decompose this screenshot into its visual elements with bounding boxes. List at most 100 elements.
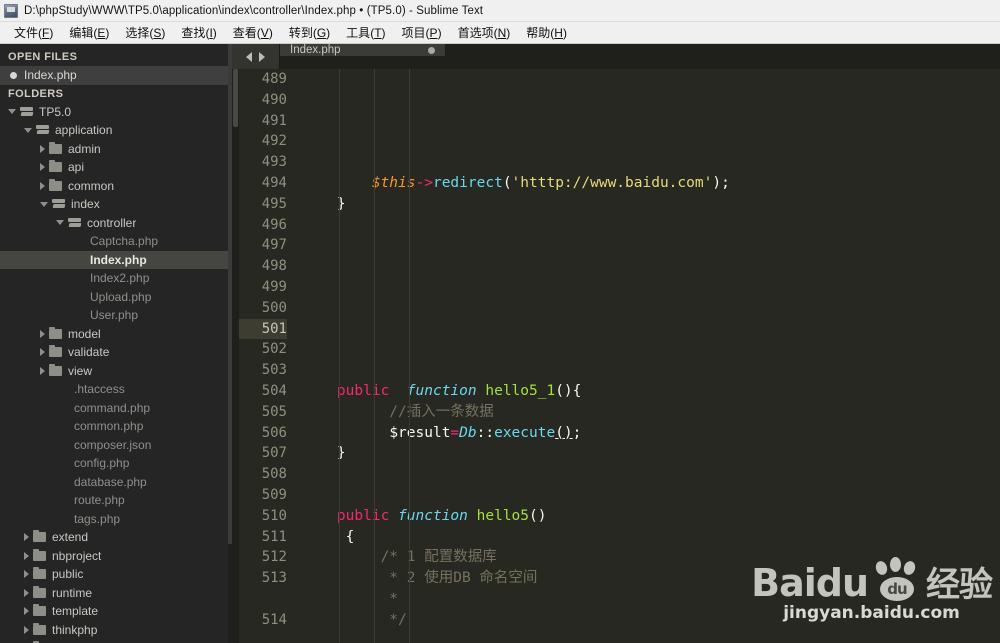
tree-folder-row[interactable]: TP5.0 (0, 103, 232, 122)
editor-scrollbar-thumb[interactable] (233, 69, 238, 127)
code-line[interactable] (302, 339, 1000, 360)
chevron-right-icon[interactable] (24, 551, 29, 560)
chevron-right-icon[interactable] (24, 570, 29, 579)
menu-item-9[interactable]: 首选项(N) (450, 22, 519, 44)
tree-file-row[interactable]: User.php (0, 306, 232, 325)
menu-item-mnemonic: (E) (93, 25, 110, 40)
tree-folder-row[interactable]: vendor (0, 639, 232, 643)
code-line[interactable]: { (302, 527, 1000, 548)
code-line[interactable] (302, 319, 1000, 340)
tree-file-row[interactable]: Index.php (0, 250, 232, 269)
tree-file-row[interactable]: .htaccess (0, 380, 232, 399)
chevron-down-icon[interactable] (40, 201, 48, 207)
line-number: 506 (261, 424, 287, 441)
tree-folder-row[interactable]: validate (0, 343, 232, 362)
chevron-right-icon[interactable] (40, 348, 45, 357)
tree-folder-row[interactable]: controller (0, 214, 232, 233)
menu-item-10[interactable]: 帮助(H) (518, 22, 575, 44)
tab-list[interactable]: Index.php (280, 44, 445, 69)
tree-folder-row[interactable]: model (0, 325, 232, 344)
tree-folder-row[interactable]: template (0, 602, 232, 621)
menu-item-1[interactable]: 文件(F) (6, 22, 61, 44)
chevron-right-icon[interactable] (40, 366, 45, 375)
chevron-down-icon[interactable] (24, 127, 32, 133)
code-line[interactable] (302, 215, 1000, 236)
tree-folder-row[interactable]: application (0, 121, 232, 140)
tree-file-label: config.php (74, 456, 130, 471)
tree-file-row[interactable]: Captcha.php (0, 232, 232, 251)
tree-folder-label: extend (52, 530, 89, 545)
arrow-right-icon[interactable] (259, 51, 265, 62)
tree-folder-row[interactable]: runtime (0, 584, 232, 603)
tree-file-row[interactable]: command.php (0, 399, 232, 418)
chevron-right-icon[interactable] (24, 625, 29, 634)
tree-folder-row[interactable]: extend (0, 528, 232, 547)
sublime-text-icon (4, 3, 18, 18)
tree-folder-row[interactable]: thinkphp (0, 621, 232, 640)
menu-item-2[interactable]: 编辑(E) (61, 22, 117, 44)
chevron-right-icon[interactable] (40, 144, 45, 153)
code-line[interactable] (302, 298, 1000, 319)
code-content[interactable]: $this->redirect('htttp://www.baidu.com')… (296, 69, 1000, 643)
code-line[interactable] (302, 235, 1000, 256)
menu-item-label: 查看 (232, 25, 257, 40)
tab-dirty-dot-icon[interactable] (428, 46, 435, 54)
chevron-down-icon[interactable] (56, 220, 64, 226)
folder-tree[interactable]: TP5.0 application admin api common index contr… (0, 103, 232, 643)
code-line[interactable]: public function hello5() (302, 506, 1000, 527)
open-file-item[interactable]: Index.php (0, 66, 232, 85)
chevron-right-icon[interactable] (24, 533, 29, 542)
window-title: D:\phpStudy\WWW\TP5.0\application\index\… (24, 4, 484, 17)
editor-tab[interactable]: Index.php (280, 44, 445, 56)
menu-item-7[interactable]: 工具(T) (338, 22, 393, 44)
chevron-down-icon[interactable] (8, 109, 16, 115)
tree-file-row[interactable]: route.php (0, 491, 232, 510)
chevron-right-icon[interactable] (24, 607, 29, 616)
tree-file-row[interactable]: Upload.php (0, 288, 232, 307)
code-line[interactable] (302, 256, 1000, 277)
editor-vertical-scrollbar[interactable] (232, 69, 239, 643)
code-line[interactable]: //插入一条数据 (302, 402, 1000, 423)
code-line[interactable]: /* 1 配置数据库 (302, 547, 1000, 568)
tree-file-row[interactable]: Index2.php (0, 269, 232, 288)
arrow-left-icon[interactable] (246, 51, 252, 62)
tree-folder-row[interactable]: view (0, 362, 232, 381)
tree-folder-row[interactable]: common (0, 177, 232, 196)
code-line[interactable]: */ (302, 610, 1000, 631)
code-line[interactable]: * 2 使用DB 命名空间 (302, 568, 1000, 589)
menu-item-8[interactable]: 项目(P) (394, 22, 450, 44)
chevron-right-icon[interactable] (40, 181, 45, 190)
code-line[interactable]: * (302, 589, 1000, 610)
tree-folder-row[interactable]: nbproject (0, 547, 232, 566)
code-line[interactable]: $this->redirect('htttp://www.baidu.com')… (302, 173, 1000, 194)
tree-folder-row[interactable]: public (0, 565, 232, 584)
tree-folder-row[interactable]: index (0, 195, 232, 214)
code-line[interactable]: } (302, 194, 1000, 215)
menu-item-6[interactable]: 转到(G) (281, 22, 338, 44)
code-line[interactable] (302, 277, 1000, 298)
menu-item-5[interactable]: 查看(V) (225, 22, 281, 44)
tab-nav-buttons[interactable] (232, 44, 280, 69)
code-line[interactable]: $result=Db::execute(); (302, 423, 1000, 444)
open-file-label: Index.php (24, 68, 77, 83)
menu-item-4[interactable]: 查找(I) (173, 22, 224, 44)
tree-file-row[interactable]: composer.json (0, 436, 232, 455)
code-line[interactable]: } (302, 443, 1000, 464)
tree-file-row[interactable]: common.php (0, 417, 232, 436)
code-line[interactable]: public function hello5_1(){ (302, 381, 1000, 402)
menu-item-3[interactable]: 选择(S) (117, 22, 173, 44)
code-line[interactable] (302, 360, 1000, 381)
chevron-right-icon[interactable] (40, 163, 45, 172)
tree-file-row[interactable]: config.php (0, 454, 232, 473)
tree-folder-row[interactable]: api (0, 158, 232, 177)
tree-file-row[interactable]: tags.php (0, 510, 232, 529)
code-line[interactable] (302, 485, 1000, 506)
tree-folder-row[interactable]: admin (0, 140, 232, 159)
chevron-right-icon[interactable] (40, 329, 45, 338)
code-line[interactable] (302, 464, 1000, 485)
sidebar[interactable]: OPEN FILES Index.php FOLDERS TP5.0 applic… (0, 44, 232, 643)
open-files-list[interactable]: Index.php (0, 66, 232, 85)
chevron-right-icon[interactable] (24, 588, 29, 597)
code-line[interactable] (302, 631, 1000, 643)
tree-file-row[interactable]: database.php (0, 473, 232, 492)
